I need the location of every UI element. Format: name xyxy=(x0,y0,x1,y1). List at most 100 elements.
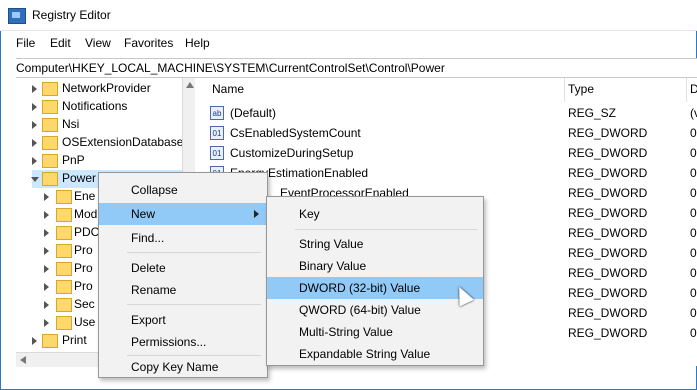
folder-icon xyxy=(56,262,72,276)
submenu-item-key[interactable]: Key xyxy=(267,203,483,225)
menu-item-label: Permissions... xyxy=(131,335,207,349)
value-type: REG_SZ xyxy=(568,106,617,120)
folder-icon xyxy=(56,316,72,330)
expand-chevron-icon[interactable] xyxy=(44,229,49,237)
tree-item-nsi[interactable]: Nsi xyxy=(32,116,182,134)
reg-string-icon: ab xyxy=(210,106,224,120)
menu-item-rename[interactable]: Rename xyxy=(99,279,267,301)
column-header-type[interactable]: Type xyxy=(568,82,594,102)
menu-file[interactable]: File xyxy=(16,36,35,50)
column-header-name[interactable]: Name xyxy=(212,82,244,102)
expand-chevron-icon[interactable] xyxy=(32,337,37,345)
value-type: REG_DWORD xyxy=(568,206,648,220)
expand-chevron-icon[interactable] xyxy=(32,157,37,165)
tree-subitem-label: Sec xyxy=(74,297,95,311)
expand-chevron-icon[interactable] xyxy=(32,121,37,129)
menu-edit[interactable]: Edit xyxy=(50,36,71,50)
scroll-up-icon[interactable] xyxy=(186,82,194,88)
expand-chevron-icon[interactable] xyxy=(44,247,49,255)
submenu-item-dword-value[interactable]: DWORD (32-bit) Value xyxy=(267,277,483,299)
submenu-arrow-icon xyxy=(254,210,259,218)
reg-binary-icon: 01 xyxy=(210,126,224,140)
menu-item-collapse[interactable]: Collapse xyxy=(99,179,267,201)
submenu-item-string-value[interactable]: String Value xyxy=(267,233,483,255)
value-row[interactable]: 01 EnergyEstimationEnabled REG_DWORD 0 xyxy=(210,164,697,184)
tree-item-pnp[interactable]: PnP xyxy=(32,152,182,170)
tree-item-label: Print xyxy=(62,333,87,347)
menu-separator xyxy=(127,252,261,253)
expand-chevron-icon[interactable] xyxy=(44,211,49,219)
tree-item-osextensiondatabase[interactable]: OSExtensionDatabase xyxy=(32,134,182,152)
address-bar[interactable]: Computer\HKEY_LOCAL_MACHINE\SYSTEM\Curre… xyxy=(16,58,697,78)
tree-subitem-label: PDC xyxy=(74,225,100,239)
submenu-item-expandable-string-value[interactable]: Expandable String Value xyxy=(267,343,483,365)
folder-icon xyxy=(56,280,72,294)
submenu-item-label: Expandable String Value xyxy=(299,347,431,361)
menu-view[interactable]: View xyxy=(85,36,111,50)
menu-bar: File Edit View Favorites Help xyxy=(0,36,697,54)
folder-icon xyxy=(56,298,72,312)
title-bar: Registry Editor xyxy=(0,0,697,31)
submenu-item-label: Binary Value xyxy=(299,259,367,273)
registry-app-icon xyxy=(8,8,26,24)
expand-chevron-icon[interactable] xyxy=(32,103,37,111)
column-divider[interactable] xyxy=(564,78,565,102)
window-title: Registry Editor xyxy=(32,8,111,22)
menu-item-permissions[interactable]: Permissions... xyxy=(99,331,267,353)
submenu-item-qword-value[interactable]: QWORD (64-bit) Value xyxy=(267,299,483,321)
expand-chevron-icon[interactable] xyxy=(44,193,49,201)
submenu-item-label: DWORD (32-bit) Value xyxy=(299,281,421,295)
folder-icon xyxy=(42,100,58,114)
address-path[interactable]: Computer\HKEY_LOCAL_MACHINE\SYSTEM\Curre… xyxy=(16,61,445,75)
menu-help[interactable]: Help xyxy=(185,36,210,50)
tree-subitem-label: Pro xyxy=(74,243,93,257)
value-data: 0 xyxy=(690,126,697,140)
value-data: 0 xyxy=(690,266,697,280)
tree-item-networkprovider[interactable]: NetworkProvider xyxy=(32,80,182,98)
expand-chevron-icon[interactable] xyxy=(44,283,49,291)
column-header-data[interactable]: D xyxy=(690,82,697,102)
expand-chevron-icon[interactable] xyxy=(32,85,37,93)
folder-icon xyxy=(42,154,58,168)
folder-icon xyxy=(42,334,58,348)
tree-subitem-label: Pro xyxy=(74,261,93,275)
scroll-left-icon[interactable] xyxy=(20,356,26,364)
menu-item-label: Export xyxy=(131,313,166,327)
menu-separator xyxy=(295,229,477,230)
folder-icon xyxy=(56,244,72,258)
expand-chevron-icon[interactable] xyxy=(44,319,49,327)
menu-favorites[interactable]: Favorites xyxy=(124,36,173,50)
submenu-item-label: QWORD (64-bit) Value xyxy=(299,303,421,317)
tree-item-label: OSExtensionDatabase xyxy=(62,135,183,149)
tree-item-notifications[interactable]: Notifications xyxy=(32,98,182,116)
menu-item-copy-key-name[interactable]: Copy Key Name xyxy=(99,356,267,378)
collapse-chevron-icon[interactable] xyxy=(31,177,39,182)
value-name: (Default) xyxy=(230,106,277,120)
submenu-item-multi-string-value[interactable]: Multi-String Value xyxy=(267,321,483,343)
expand-chevron-icon[interactable] xyxy=(32,139,37,147)
expand-chevron-icon[interactable] xyxy=(44,265,49,273)
value-type: REG_DWORD xyxy=(568,126,648,140)
value-row[interactable]: 01 CustomizeDuringSetup REG_DWORD 0 xyxy=(210,144,697,164)
value-row[interactable]: 01 CsEnabledSystemCount REG_DWORD 0 xyxy=(210,124,697,144)
tree-subitem-label: Pro xyxy=(74,279,93,293)
value-data: 0 xyxy=(690,226,697,240)
reg-binary-icon: 01 xyxy=(210,146,224,160)
menu-item-find[interactable]: Find... xyxy=(99,227,267,249)
value-data: 0 xyxy=(690,326,697,340)
menu-item-export[interactable]: Export xyxy=(99,309,267,331)
tree-item-label: Notifications xyxy=(62,99,128,113)
menu-item-label: New xyxy=(131,207,156,221)
menu-item-label: Rename xyxy=(131,283,177,297)
value-data: 0 xyxy=(690,306,697,320)
value-data: 0 xyxy=(690,246,697,260)
tree-item-label: Nsi xyxy=(62,117,80,131)
menu-item-delete[interactable]: Delete xyxy=(99,257,267,279)
tree-subitem-label: Use xyxy=(74,315,96,329)
column-divider[interactable] xyxy=(686,78,687,102)
value-row[interactable]: ab (Default) REG_SZ (v xyxy=(210,104,697,124)
submenu-item-binary-value[interactable]: Binary Value xyxy=(267,255,483,277)
folder-icon xyxy=(56,226,72,240)
expand-chevron-icon[interactable] xyxy=(44,301,49,309)
menu-item-new[interactable]: New xyxy=(99,203,267,225)
